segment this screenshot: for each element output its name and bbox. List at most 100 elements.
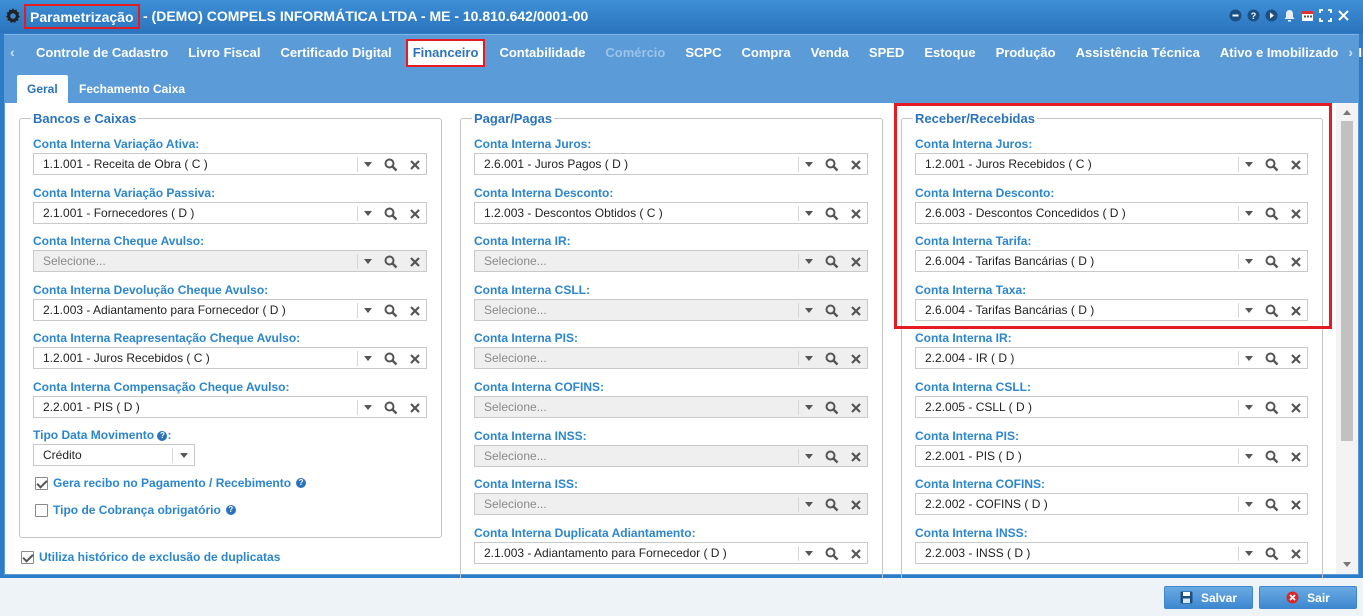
search-icon[interactable]	[824, 497, 840, 513]
scroll-up-icon[interactable]	[1343, 110, 1351, 115]
chevron-down-icon[interactable]	[805, 356, 813, 362]
search-icon[interactable]	[383, 400, 399, 416]
scroll-thumb[interactable]	[1341, 121, 1353, 441]
chevron-down-icon[interactable]	[1245, 162, 1253, 167]
clear-icon[interactable]	[407, 157, 423, 173]
tab-estoque[interactable]: Estoque	[914, 35, 985, 71]
search-icon[interactable]	[824, 254, 840, 270]
chevron-right-icon[interactable]: ›	[1348, 44, 1353, 60]
notification-icon[interactable]	[1282, 8, 1297, 23]
clear-icon[interactable]	[848, 206, 864, 222]
search-icon[interactable]	[383, 351, 399, 367]
help-icon[interactable]: ?	[1246, 8, 1261, 23]
search-icon[interactable]	[824, 449, 840, 465]
account-select-conta-interna-devolucao-cheque-avulso[interactable]: 2.1.003 - Adiantamento para Fornecedor (…	[33, 298, 427, 321]
account-select-conta-interna-juros[interactable]: 1.2.001 - Juros Recebidos ( C )	[915, 153, 1308, 175]
account-select-conta-interna-pis[interactable]: Selecione...	[474, 347, 868, 370]
search-icon[interactable]	[824, 157, 840, 173]
gera-recibo-check[interactable]: Gera recibo no Pagamento / Recebimento ?	[35, 476, 307, 490]
chevron-down-icon[interactable]	[364, 162, 372, 167]
clear-icon[interactable]	[1288, 449, 1304, 465]
tab-scpc[interactable]: SCPC	[675, 35, 731, 71]
clear-icon[interactable]	[848, 254, 864, 270]
chevron-down-icon[interactable]	[805, 307, 813, 313]
search-icon[interactable]	[1264, 497, 1280, 513]
account-select-conta-interna-reapresentacao-cheque-avulso[interactable]: 1.2.001 - Juros Recebidos ( C )	[33, 347, 427, 370]
checkbox-gera-recibo[interactable]	[35, 476, 48, 490]
tipo-cobranca-check[interactable]: Tipo de Cobrança obrigatório ?	[35, 503, 236, 517]
exit-button[interactable]: Sair	[1259, 586, 1357, 609]
chevron-down-icon[interactable]	[1245, 453, 1253, 459]
search-icon[interactable]	[383, 254, 399, 270]
tab-fechamento-caixa[interactable]: Fechamento Caixa	[69, 75, 195, 103]
clear-icon[interactable]	[1288, 351, 1304, 367]
chevron-down-icon[interactable]	[1245, 550, 1253, 556]
chevron-down-icon[interactable]	[1245, 307, 1253, 313]
tab-ativo-e-imobilizado[interactable]: Ativo e Imobilizado	[1210, 35, 1348, 71]
chevron-down-icon[interactable]	[805, 502, 813, 508]
account-select-conta-interna-csll[interactable]: 2.2.005 - CSLL ( D )	[915, 396, 1308, 418]
tipo-data-select[interactable]: Crédito	[33, 444, 195, 466]
minimize-icon[interactable]	[1228, 8, 1243, 23]
search-icon[interactable]	[1264, 449, 1280, 465]
chevron-down-icon[interactable]	[1245, 210, 1253, 216]
search-icon[interactable]	[1264, 400, 1280, 416]
account-select-conta-interna-variacao-ativa[interactable]: 1.1.001 - Receita de Obra ( C )	[33, 153, 427, 175]
clear-icon[interactable]	[1288, 497, 1304, 513]
clear-icon[interactable]	[848, 546, 864, 562]
account-select-conta-interna-variacao-passiva[interactable]: 2.1.001 - Fornecedores ( D )	[33, 201, 427, 224]
tab-sped[interactable]: SPED	[859, 35, 914, 71]
utiliza-historico-check[interactable]: Utiliza histórico de exclusão de duplica…	[21, 550, 280, 564]
search-icon[interactable]	[383, 206, 399, 222]
clear-icon[interactable]	[848, 400, 864, 416]
search-icon[interactable]	[1264, 157, 1280, 173]
clear-icon[interactable]	[848, 497, 864, 513]
play-icon[interactable]	[1264, 8, 1279, 23]
clear-icon[interactable]	[407, 400, 423, 416]
account-select-conta-interna-inss[interactable]: Selecione...	[474, 444, 868, 467]
chevron-down-icon[interactable]	[805, 259, 813, 265]
chevron-down-icon[interactable]	[364, 405, 372, 410]
clear-icon[interactable]	[1288, 254, 1304, 270]
search-icon[interactable]	[1264, 351, 1280, 367]
help-icon[interactable]: ?	[225, 505, 236, 515]
search-icon[interactable]	[1264, 546, 1280, 562]
tab-geral[interactable]: Geral	[17, 75, 68, 103]
chevron-down-icon[interactable]	[805, 453, 813, 459]
chevron-down-icon[interactable]	[805, 550, 813, 556]
account-select-conta-interna-iss[interactable]: Selecione...	[474, 493, 868, 516]
clear-icon[interactable]	[407, 351, 423, 367]
account-select-conta-interna-juros[interactable]: 2.6.001 - Juros Pagos ( D )	[474, 153, 868, 175]
account-select-conta-interna-inss[interactable]: 2.2.003 - INSS ( D )	[915, 541, 1308, 564]
tab-contabilidade[interactable]: Contabilidade	[489, 35, 595, 71]
vertical-scrollbar[interactable]	[1336, 103, 1358, 574]
account-select-conta-interna-ir[interactable]: 2.2.004 - IR ( D )	[915, 347, 1308, 370]
tab-financeiro[interactable]: Financeiro	[405, 39, 486, 67]
clear-icon[interactable]	[1288, 157, 1304, 173]
search-icon[interactable]	[1264, 303, 1280, 319]
account-select-conta-interna-ir[interactable]: Selecione...	[474, 250, 868, 273]
account-select-conta-interna-taxa[interactable]: 2.6.004 - Tarifas Bancárias ( D )	[915, 298, 1308, 321]
checkbox-utiliza-historico[interactable]	[21, 550, 34, 564]
search-icon[interactable]	[824, 351, 840, 367]
scroll-down-icon[interactable]	[1343, 562, 1351, 567]
search-icon[interactable]	[824, 400, 840, 416]
tab-certificado-digital[interactable]: Certificado Digital	[270, 35, 401, 71]
chevron-down-icon[interactable]	[805, 162, 813, 167]
search-icon[interactable]	[383, 303, 399, 319]
chevron-down-icon[interactable]	[180, 453, 188, 458]
fullscreen-icon[interactable]	[1318, 8, 1333, 23]
chevron-down-icon[interactable]	[1245, 356, 1253, 362]
account-select-conta-interna-cofins[interactable]: Selecione...	[474, 396, 868, 418]
account-select-conta-interna-csll[interactable]: Selecione...	[474, 298, 868, 321]
account-select-conta-interna-desconto[interactable]: 2.6.003 - Descontos Concedidos ( D )	[915, 201, 1308, 224]
account-select-conta-interna-desconto[interactable]: 1.2.003 - Descontos Obtidos ( C )	[474, 201, 868, 224]
chevron-down-icon[interactable]	[805, 405, 813, 410]
clear-icon[interactable]	[848, 351, 864, 367]
tab-compra[interactable]: Compra	[731, 35, 800, 71]
tab-producao[interactable]: Produção	[986, 35, 1066, 71]
account-select-conta-interna-compensacao-cheque-avulso[interactable]: 2.2.001 - PIS ( D )	[33, 396, 427, 418]
checkbox-tipo-cobranca[interactable]	[35, 503, 48, 517]
tab-controle-de-cadastro[interactable]: Controle de Cadastro	[26, 35, 178, 71]
chevron-down-icon[interactable]	[364, 259, 372, 265]
